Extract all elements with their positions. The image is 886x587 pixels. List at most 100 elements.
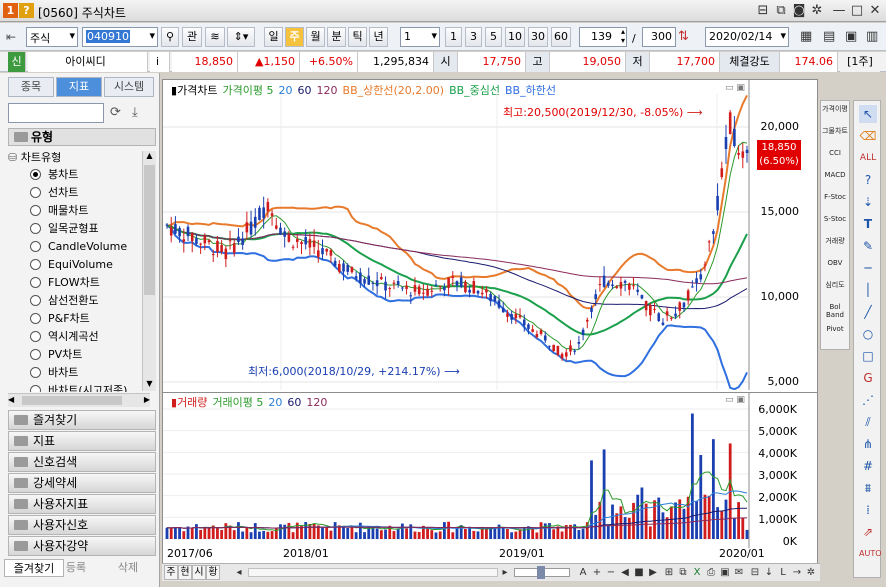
period-button[interactable]: 년	[369, 27, 388, 47]
close-icon[interactable]: ✕	[867, 3, 883, 19]
indicator-button[interactable]: 심리도	[821, 281, 849, 289]
indicator-button[interactable]: 가격이평	[821, 105, 849, 113]
interval-button[interactable]: 10	[505, 27, 525, 47]
screen-number-icon[interactable]: 1	[3, 3, 18, 18]
chart-type-item[interactable]: 선차트	[30, 184, 78, 202]
maximize-icon[interactable]: □	[849, 3, 865, 19]
prev-next-stepper[interactable]: ⇕▾	[227, 27, 255, 47]
magnet-icon[interactable]: ⇣	[859, 193, 877, 211]
stack-icon[interactable]: ≋	[205, 27, 225, 47]
eraser-icon[interactable]: ⌫	[859, 127, 877, 145]
help-icon[interactable]: ?	[19, 3, 34, 18]
strip-tab[interactable]: 현	[178, 565, 192, 580]
left-bottom-tab[interactable]: 즐겨찾기	[4, 559, 64, 577]
radio-icon[interactable]	[30, 168, 41, 180]
strip-tab[interactable]: 시	[192, 565, 206, 580]
excel-icon[interactable]: X	[690, 566, 704, 579]
camera-icon[interactable]: ◙	[791, 3, 807, 19]
volume-chart-svg[interactable]	[163, 393, 817, 548]
chart-type-item[interactable]: 바차트(시고저종)	[30, 382, 127, 392]
chart-area[interactable]: ▮가격차트 가격이평 5 20 60 120 BB_상한선(20,2.00) BB_중심선 B…	[162, 79, 818, 564]
chart-type-item[interactable]: 역시계곡선	[30, 328, 99, 346]
radio-icon[interactable]	[30, 348, 41, 360]
interval-select[interactable]: 1 ▾	[400, 27, 440, 47]
strip-tab[interactable]: 주	[164, 565, 178, 580]
spinner-icon[interactable]: ▴ ▾	[621, 28, 625, 45]
interval-button[interactable]: 60	[551, 27, 571, 47]
andrews-pitchfork-icon[interactable]: ⩩	[859, 479, 877, 497]
zoom-out-icon[interactable]: −	[604, 566, 618, 579]
chart-type-item[interactable]: CandleVolume	[30, 238, 127, 256]
period-button[interactable]: 일	[264, 27, 283, 47]
chart-scrollbar[interactable]	[248, 568, 498, 577]
indicator-button[interactable]: 그물차트	[821, 127, 849, 135]
section-header[interactable]: 지표	[8, 431, 156, 451]
radio-icon[interactable]	[30, 312, 41, 324]
interval-button[interactable]: 1	[445, 27, 462, 47]
scroll-right-icon[interactable]: ▶	[144, 395, 150, 404]
period-button[interactable]: 주	[285, 27, 304, 47]
zoom-slider[interactable]	[514, 566, 570, 579]
chart-type-item[interactable]: 매물차트	[30, 202, 88, 220]
horizontal-scrollbar[interactable]: ◀ ▶	[8, 393, 150, 407]
price-chart-svg[interactable]	[163, 80, 817, 390]
settings-count-icon[interactable]: ⇅	[678, 29, 689, 44]
period-button[interactable]: 월	[306, 27, 325, 47]
memo-icon[interactable]: ⊟	[755, 3, 771, 19]
type-section-header[interactable]: 유형	[8, 128, 156, 146]
pencil-icon[interactable]: ✎	[859, 237, 877, 255]
indicator-button[interactable]: OBV	[821, 259, 849, 267]
arrow-icon[interactable]: ⇗	[859, 523, 877, 541]
download-icon[interactable]: ⤓	[132, 105, 138, 120]
image-save-icon[interactable]: ▣	[718, 566, 732, 579]
section-header[interactable]: 사용자신호	[8, 515, 156, 535]
cycle-line-icon[interactable]: ⁞	[859, 501, 877, 519]
horizontal-line-icon[interactable]: ─	[859, 259, 877, 277]
chart-type-item[interactable]: FLOW차트	[30, 274, 100, 292]
radio-icon[interactable]	[30, 276, 41, 288]
left-tab[interactable]: 지표	[56, 77, 102, 97]
layout-icon[interactable]: ▥	[866, 29, 878, 44]
period-button[interactable]: 분	[327, 27, 346, 47]
link-icon[interactable]: ⧉	[773, 3, 789, 19]
radio-icon[interactable]	[30, 204, 41, 216]
auto-trend-icon[interactable]: AUTO	[859, 545, 882, 563]
radio-icon[interactable]	[30, 366, 41, 378]
left-tab[interactable]: 종목	[8, 77, 54, 97]
count-input[interactable]: 139 ▴ ▾	[579, 27, 627, 47]
refresh-icon[interactable]: ⟳	[110, 105, 121, 120]
zoom-a-icon[interactable]: A	[576, 566, 590, 579]
gear-icon[interactable]: ✲	[809, 3, 825, 19]
indicator-search-input[interactable]	[8, 103, 104, 123]
chart-type-item[interactable]: PV차트	[30, 346, 82, 364]
period-button[interactable]: 틱	[348, 27, 367, 47]
erase-all-icon[interactable]: ALL	[859, 149, 877, 167]
crosshair-icon[interactable]: ?	[859, 171, 877, 189]
mail-icon[interactable]: ✉	[732, 566, 746, 579]
radio-icon[interactable]	[30, 186, 41, 198]
fibonacci-icon[interactable]: ⋰	[859, 391, 877, 409]
indicator-button[interactable]: CCI	[821, 149, 849, 157]
watch-button[interactable]: 관	[182, 27, 202, 47]
date-input[interactable]: 2020/02/14 ▾	[705, 27, 789, 47]
trend-line-icon[interactable]: ╱	[859, 303, 877, 321]
strip-tab[interactable]: 황	[206, 565, 220, 580]
grid-settings-icon[interactable]: ▤	[823, 29, 835, 44]
cursor-icon[interactable]: ↖	[859, 105, 877, 123]
arrow-down-icon[interactable]: ↓	[762, 566, 776, 579]
stock-code-input[interactable]: 040910 ▾	[82, 27, 158, 47]
split-icon[interactable]: ⊟	[748, 566, 762, 579]
price-pane[interactable]: ▮가격차트 가격이평 5 20 60 120 BB_상한선(20,2.00) BB_중심선 B…	[163, 80, 817, 390]
radio-icon[interactable]	[30, 222, 41, 234]
indicator-button[interactable]: Pivot	[821, 325, 849, 333]
chart-type-item[interactable]: 바차트	[30, 364, 78, 382]
radio-icon[interactable]	[30, 384, 41, 392]
indicator-button[interactable]: Bol Band	[821, 303, 849, 319]
left-bottom-tab[interactable]: 등록	[56, 559, 96, 577]
market-select[interactable]: 주식 ▾	[26, 27, 78, 47]
info-icon[interactable]: i	[150, 52, 170, 72]
chart-type-group[interactable]: ⛁ 차트유형	[8, 149, 61, 165]
toggle-panel-icon[interactable]: ⇤	[6, 30, 20, 44]
section-header[interactable]: 사용자지표	[8, 494, 156, 514]
gear-icon[interactable]: ✲	[804, 566, 818, 579]
